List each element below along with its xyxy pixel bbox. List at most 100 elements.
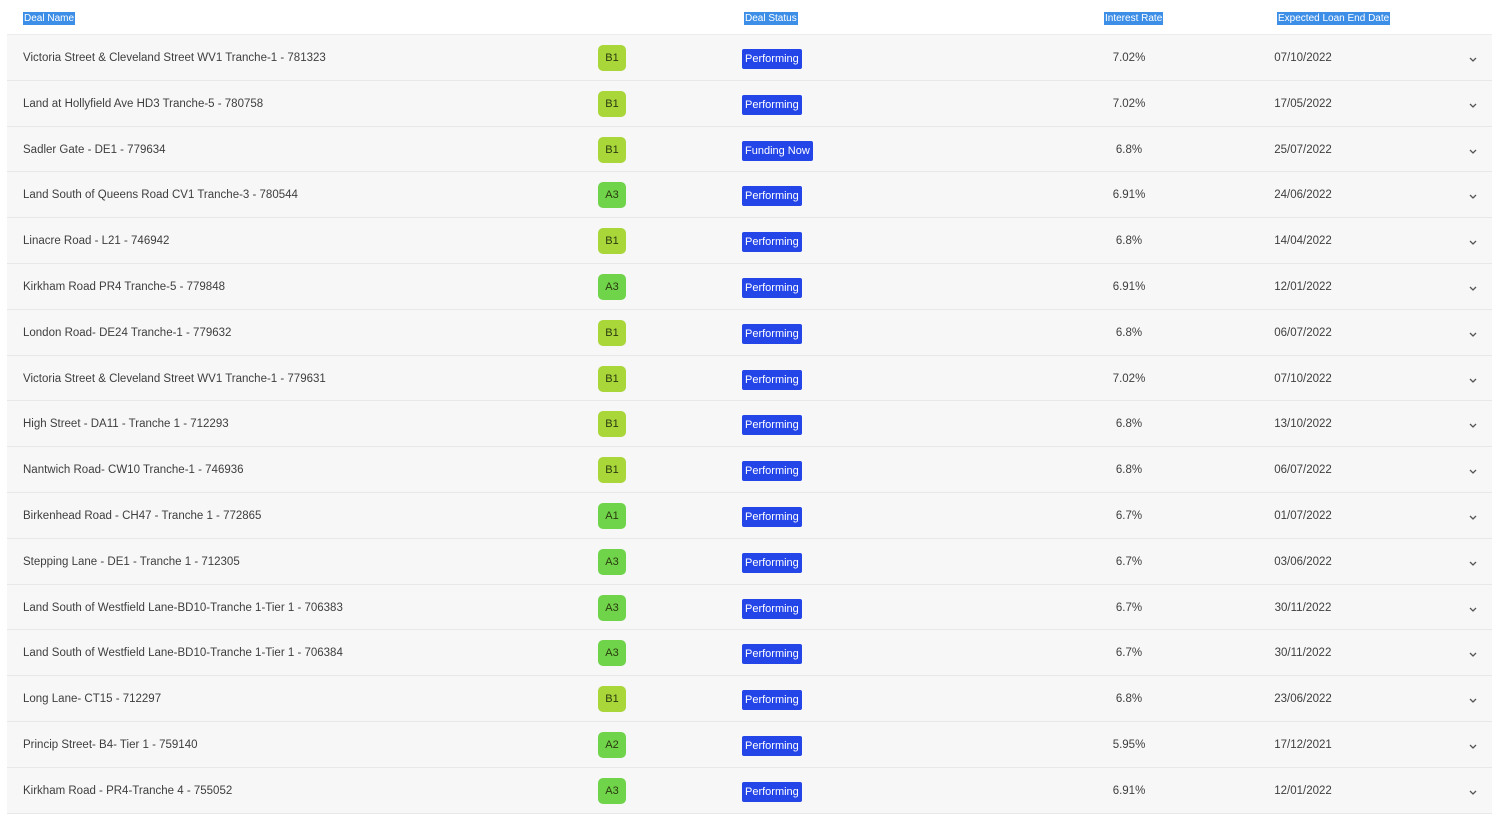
status-badge: Performing [742, 644, 802, 665]
chevron-down-icon[interactable] [1465, 694, 1481, 706]
interest-rate: 6.7% [1115, 601, 1143, 614]
expected-loan-end-date: 30/11/2022 [1274, 601, 1332, 614]
expected-loan-end-date: 17/05/2022 [1274, 97, 1332, 110]
deal-name: Long Lane- CT15 - 712297 [23, 693, 162, 706]
deal-name: Nantwich Road- CW10 Tranche-1 - 746936 [23, 464, 244, 477]
deal-name: Land South of Queens Road CV1 Tranche-3 … [23, 189, 298, 202]
table-row[interactable]: Victoria Street & Cleveland Street WV1 T… [7, 355, 1492, 402]
expected-loan-end-date: 24/06/2022 [1274, 189, 1332, 202]
table-row[interactable]: Land South of Westfield Lane-BD10-Tranch… [7, 630, 1492, 677]
table-row[interactable]: Land South of Westfield Lane-BD10-Tranch… [7, 584, 1492, 631]
table-row[interactable]: Stepping Lane - DE1 - Tranche 1 - 712305… [7, 538, 1492, 585]
grade-badge: B1 [598, 90, 626, 117]
column-header-expected-loan-end-date[interactable]: Expected Loan End Date [1277, 12, 1391, 25]
status-badge: Performing [742, 552, 802, 573]
deals-table: Deal Name Deal Status Interest Rate Expe… [7, 0, 1492, 814]
deal-name: Victoria Street & Cleveland Street WV1 T… [23, 372, 326, 385]
status-badge: Performing [742, 461, 802, 482]
interest-rate: 7.02% [1112, 97, 1146, 110]
table-row[interactable]: Land at Hollyfield Ave HD3 Tranche-5 - 7… [7, 80, 1492, 127]
deal-name: Stepping Lane - DE1 - Tranche 1 - 712305 [23, 555, 240, 568]
table-row[interactable]: Linacre Road - L21 - 746942 B1 Performing 6… [7, 218, 1492, 264]
status-badge: Performing [742, 415, 802, 436]
expected-loan-end-date: 12/01/2022 [1274, 784, 1332, 797]
table-header: Deal Name Deal Status Interest Rate Expe… [7, 0, 1492, 35]
table-row[interactable]: Kirkham Road PR4 Tranche-5 - 779848 A3 Per… [7, 263, 1492, 310]
status-badge: Performing [742, 506, 802, 527]
grade-badge: A1 [598, 502, 626, 529]
column-header-deal-status[interactable]: Deal Status [744, 12, 798, 25]
chevron-down-icon[interactable] [1465, 236, 1481, 248]
status-badge: Performing [742, 186, 802, 207]
status-badge: Performing [742, 781, 802, 802]
table-body: Victoria Street & Cleveland Street WV1 T… [7, 35, 1492, 814]
expected-loan-end-date: 06/07/2022 [1274, 464, 1332, 477]
chevron-down-icon[interactable] [1465, 190, 1481, 202]
grade-badge: B1 [598, 319, 626, 346]
status-badge: Performing [742, 323, 802, 344]
deal-name: Land South of Westfield Lane-BD10-Tranch… [23, 601, 343, 614]
grade-badge: B1 [598, 136, 626, 163]
column-header-interest-rate[interactable]: Interest Rate [1104, 12, 1164, 25]
grade-badge: A3 [598, 273, 626, 300]
table-row[interactable]: Kirkham Road - PR4-Tranche 4 - 755052 A3 P… [7, 767, 1492, 814]
grade-badge: B1 [598, 45, 626, 71]
status-badge: Performing [742, 232, 802, 253]
chevron-down-icon[interactable] [1465, 786, 1481, 798]
interest-rate: 7.02% [1112, 372, 1146, 385]
table-row[interactable]: Land South of Queens Road CV1 Tranche-3 … [7, 172, 1492, 219]
expected-loan-end-date: 03/06/2022 [1274, 555, 1332, 568]
chevron-down-icon[interactable] [1465, 465, 1481, 477]
table-row[interactable]: Victoria Street & Cleveland Street WV1 T… [7, 35, 1492, 81]
deal-name: Land South of Westfield Lane-BD10-Tranch… [23, 647, 343, 660]
grade-badge: B1 [598, 457, 626, 484]
expected-loan-end-date: 14/04/2022 [1274, 235, 1332, 248]
expected-loan-end-date: 07/10/2022 [1274, 52, 1332, 64]
chevron-down-icon[interactable] [1465, 740, 1481, 752]
deal-name: High Street - DA11 - Tranche 1 - 712293 [23, 418, 229, 431]
deal-name: London Road- DE24 Tranche-1 - 779632 [23, 326, 232, 339]
expected-loan-end-date: 23/06/2022 [1274, 693, 1332, 706]
interest-rate: 6.91% [1112, 784, 1146, 797]
chevron-down-icon[interactable] [1465, 557, 1481, 569]
chevron-down-icon[interactable] [1465, 99, 1481, 111]
grade-badge: B1 [598, 686, 626, 713]
chevron-down-icon[interactable] [1465, 145, 1481, 157]
deal-name: Sadler Gate - DE1 - 779634 [23, 143, 166, 156]
table-row[interactable]: Nantwich Road- CW10 Tranche-1 - 746936 B1… [7, 447, 1492, 493]
table-row[interactable]: Birkenhead Road - CH47 - Tranche 1 - 772… [7, 492, 1492, 539]
chevron-down-icon[interactable] [1465, 603, 1481, 615]
table-row[interactable]: Princip Street- B4- Tier 1 - 759140 A2 Per… [7, 721, 1492, 768]
deal-name: Victoria Street & Cleveland Street WV1 T… [23, 52, 326, 64]
expected-loan-end-date: 25/07/2022 [1274, 143, 1332, 156]
expected-loan-end-date: 07/10/2022 [1274, 372, 1332, 385]
grade-badge: B1 [598, 365, 626, 392]
chevron-down-icon[interactable] [1465, 53, 1481, 65]
deal-name: Princip Street- B4- Tier 1 - 759140 [23, 738, 198, 751]
deal-name: Land at Hollyfield Ave HD3 Tranche-5 - 7… [23, 97, 264, 110]
interest-rate: 6.7% [1115, 555, 1143, 568]
table-row[interactable]: High Street - DA11 - Tranche 1 - 712293 B… [7, 401, 1492, 448]
interest-rate: 6.7% [1115, 509, 1143, 522]
interest-rate: 6.7% [1115, 647, 1143, 660]
table-row[interactable]: Sadler Gate - DE1 - 779634 B1 Funding Now 6… [7, 126, 1492, 173]
grade-badge: A3 [598, 182, 626, 209]
expected-loan-end-date: 06/07/2022 [1274, 326, 1332, 339]
grade-badge: A3 [598, 777, 626, 804]
chevron-down-icon[interactable] [1465, 282, 1481, 294]
chevron-down-icon[interactable] [1465, 374, 1481, 386]
status-badge: Performing [742, 369, 802, 390]
column-header-deal-name[interactable]: Deal Name [23, 12, 76, 25]
interest-rate: 5.95% [1112, 738, 1146, 751]
chevron-down-icon[interactable] [1465, 419, 1481, 431]
chevron-down-icon[interactable] [1465, 648, 1481, 660]
table-row[interactable]: Long Lane- CT15 - 712297 B1 Performing 6.8%… [7, 676, 1492, 722]
chevron-down-icon[interactable] [1465, 328, 1481, 340]
grade-badge: A2 [598, 731, 626, 758]
table-row[interactable]: London Road- DE24 Tranche-1 - 779632 B1 Pe… [7, 309, 1492, 356]
expected-loan-end-date: 12/01/2022 [1274, 280, 1332, 293]
expected-loan-end-date: 17/12/2021 [1274, 738, 1332, 751]
grade-badge: A3 [598, 548, 626, 575]
status-badge: Funding Now [742, 140, 813, 161]
chevron-down-icon[interactable] [1465, 511, 1481, 523]
